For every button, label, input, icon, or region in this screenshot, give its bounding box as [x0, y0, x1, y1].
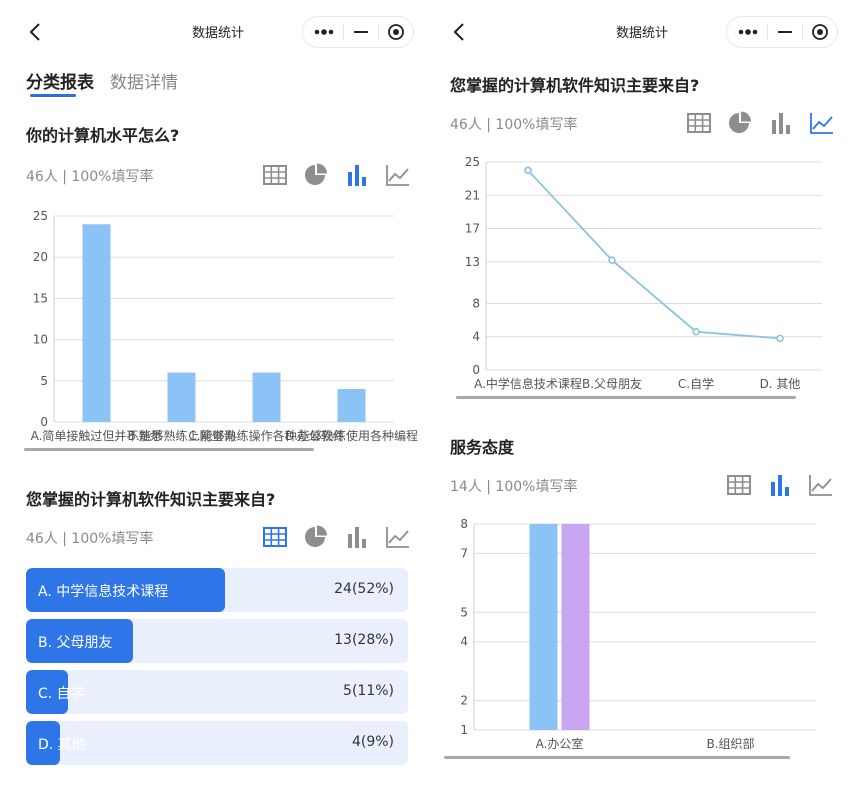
active-tab-indicator	[30, 94, 76, 97]
bar-chart-computer-level: 0510152025A.简单接触过但并不熟悉B.能够熟练上网查询C.能够熟练操作…	[24, 209, 418, 451]
data-point	[692, 327, 700, 336]
minimize-icon[interactable]	[768, 17, 802, 47]
x-tick-label: A.中学信息技术课程	[474, 376, 582, 391]
bar	[337, 389, 366, 422]
y-tick-label: 4	[472, 330, 480, 344]
bar-view-icon[interactable]	[344, 162, 370, 188]
horizontal-scrollbar	[24, 448, 314, 451]
right-screen: 数据统计 您掌握的计算机软件知识主要来自? 46人 | 100%填写率 0481…	[434, 0, 850, 800]
minimize-icon[interactable]	[344, 17, 378, 47]
y-tick-label: 21	[465, 188, 480, 202]
question-meta: 46人 | 100%填写率	[26, 169, 154, 185]
pie-view-icon[interactable]	[303, 524, 329, 550]
question-meta: 46人 | 100%填写率	[26, 531, 154, 547]
answer-label: A. 中学信息技术课程	[38, 584, 169, 600]
bar-view-icon[interactable]	[768, 110, 794, 136]
data-point	[608, 256, 616, 264]
y-tick-label: 7	[460, 546, 468, 560]
line-view-icon[interactable]	[808, 472, 834, 498]
answer-count: 4(9%)	[351, 734, 394, 750]
answer-label: D. 其他	[38, 737, 86, 753]
tab-category-report[interactable]: 分类报表	[26, 68, 94, 93]
x-tick-label: D.能够熟练使用各种编程	[285, 428, 418, 443]
y-tick-label: 2	[460, 694, 468, 708]
pie-view-icon[interactable]	[727, 110, 753, 136]
tab-data-details[interactable]: 数据详情	[110, 68, 178, 93]
question-title: 你的计算机水平怎么?	[26, 126, 180, 145]
y-tick-label: 1	[460, 723, 468, 737]
view-switcher	[726, 472, 836, 498]
line-chart-knowledge-source: 0 4 8 13 17 21 25 A.中学信息技术课程 B.父母朋友 C.自学 D. 其他	[456, 155, 822, 399]
answer-row[interactable]: A. 中学信息技术课程 24(52%)	[26, 568, 408, 612]
capsule-menu	[726, 16, 838, 48]
close-mini-program-icon[interactable]	[803, 17, 837, 47]
y-tick-label: 5	[460, 605, 468, 619]
line-view-icon[interactable]	[385, 162, 411, 188]
answer-row[interactable]: B. 父母朋友 13(28%)	[26, 619, 408, 663]
question-meta: 14人 | 100%填写率	[450, 479, 578, 495]
line-view-icon[interactable]	[809, 110, 835, 136]
answer-count: 5(11%)	[343, 683, 394, 699]
x-tick-label: A.办公室	[536, 736, 584, 751]
y-tick-label: 13	[465, 255, 480, 269]
answer-row[interactable]: D. 其他 4(9%)	[26, 721, 408, 765]
x-tick-label: D. 其他	[760, 377, 801, 391]
y-tick-label: 8	[460, 517, 468, 531]
question-title: 您掌握的计算机软件知识主要来自?	[450, 76, 700, 95]
bar	[529, 524, 558, 730]
view-switcher	[262, 162, 412, 188]
capsule-menu	[302, 16, 414, 48]
y-tick-label: 17	[465, 222, 480, 236]
y-tick-label: 5	[40, 374, 48, 388]
table-view-icon[interactable]	[262, 524, 288, 550]
bar	[82, 224, 111, 422]
more-icon[interactable]	[727, 17, 767, 47]
y-tick-label: 25	[465, 155, 480, 169]
horizontal-scrollbar	[456, 396, 796, 399]
x-tick-label: B.组织部	[706, 736, 754, 751]
bar-view-icon[interactable]	[767, 472, 793, 498]
left-screen: 数据统计 分类报表 数据详情 你的计算机水平怎么? 46人 | 100%填写率 …	[10, 0, 426, 800]
y-tick-label: 8	[472, 296, 480, 310]
table-view-icon[interactable]	[262, 162, 288, 188]
y-tick-label: 15	[33, 291, 48, 305]
answer-count: 24(52%)	[334, 581, 394, 597]
bar	[252, 372, 281, 422]
x-tick-label: B.父母朋友	[582, 377, 642, 391]
bar-view-icon[interactable]	[344, 524, 370, 550]
answer-label: B. 父母朋友	[38, 635, 113, 651]
answer-row[interactable]: C. 自学 5(11%)	[26, 670, 408, 714]
y-tick-label: 20	[33, 250, 48, 264]
data-point	[524, 166, 532, 175]
question-title: 服务态度	[450, 438, 515, 457]
data-point	[776, 334, 784, 343]
y-tick-label: 10	[33, 333, 48, 347]
y-tick-label: 4	[460, 635, 468, 649]
x-tick-label: C.自学	[678, 376, 714, 391]
nav-bar: 数据统计	[10, 0, 426, 64]
horizontal-scrollbar	[444, 756, 790, 759]
answer-count: 13(28%)	[334, 632, 394, 648]
answer-label: C. 自学	[38, 686, 85, 702]
view-switcher	[686, 110, 836, 136]
bar	[167, 372, 196, 422]
close-mini-program-icon[interactable]	[379, 17, 413, 47]
nav-bar: 数据统计	[434, 0, 850, 64]
more-icon[interactable]	[303, 17, 343, 47]
question-title: 您掌握的计算机软件知识主要来自?	[26, 490, 276, 509]
question-meta: 46人 | 100%填写率	[450, 117, 578, 133]
line-view-icon[interactable]	[385, 524, 411, 550]
y-tick-label: 0	[472, 363, 480, 377]
bar	[561, 524, 590, 730]
pie-view-icon[interactable]	[303, 162, 329, 188]
y-tick-label: 25	[33, 209, 48, 223]
bar-chart-service-attitude: 1 2 4 5 7 8 A.办公室 B.组织部	[444, 517, 816, 759]
table-view-icon[interactable]	[726, 472, 752, 498]
y-tick-label: 0	[40, 415, 48, 429]
view-switcher	[262, 524, 412, 550]
table-view-icon[interactable]	[686, 110, 712, 136]
